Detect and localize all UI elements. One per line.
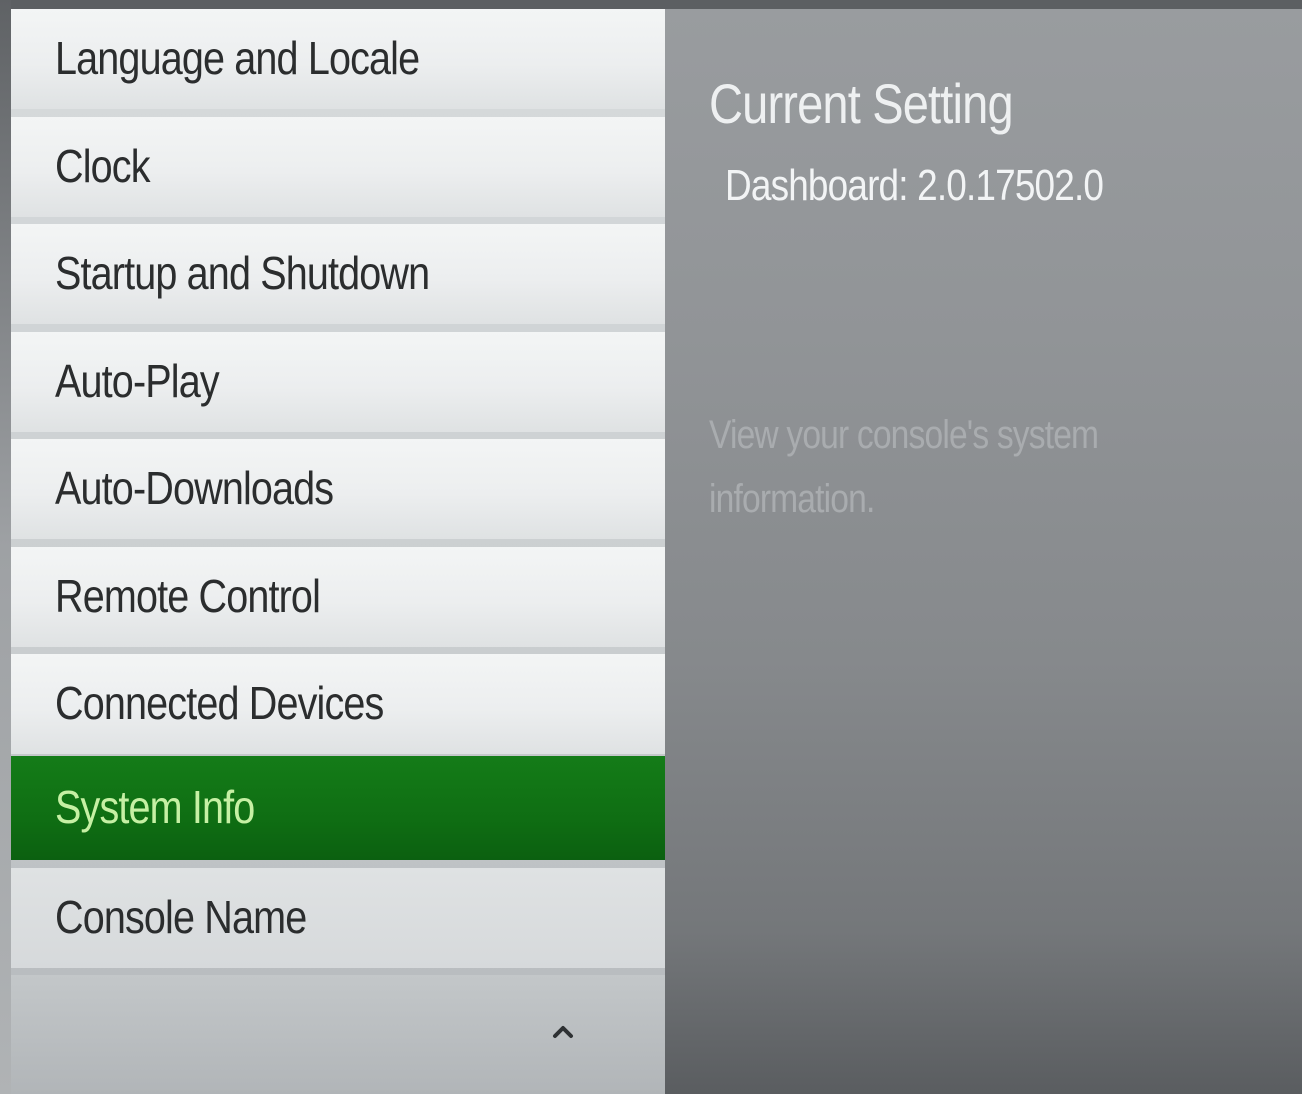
- menu-item-label: Auto-Play: [55, 354, 220, 407]
- menu-item-label: Clock: [55, 139, 150, 192]
- menu-item-clock[interactable]: Clock: [11, 117, 665, 217]
- menu-item-label: Remote Control: [55, 569, 321, 622]
- menu-item-language-and-locale[interactable]: Language and Locale: [11, 9, 665, 109]
- menu-item-label: Connected Devices: [55, 676, 384, 729]
- menu-item-label: Console Name: [55, 890, 307, 943]
- menu-item-remote-control[interactable]: Remote Control: [11, 547, 665, 647]
- detail-panel: Current Setting Dashboard: 2.0.17502.0 V…: [665, 9, 1302, 1094]
- menu-item-system-info[interactable]: System Info: [11, 756, 665, 860]
- menu-item-label: Auto-Downloads: [55, 461, 334, 514]
- menu-item-console-name[interactable]: Console Name: [11, 868, 665, 968]
- menu-item-label: Language and Locale: [55, 31, 420, 84]
- menu-item-label: Startup and Shutdown: [55, 246, 430, 299]
- setting-description: View your console's system information.: [709, 413, 1099, 521]
- current-setting-heading: Current Setting: [709, 72, 1014, 135]
- menu-scroll-area: [11, 975, 665, 1094]
- menu-item-connected-devices[interactable]: Connected Devices: [11, 654, 665, 754]
- dashboard-version-value: Dashboard: 2.0.17502.0: [725, 161, 1104, 210]
- top-border: [0, 0, 1302, 9]
- chevron-up-icon: [553, 1026, 573, 1038]
- menu-item-startup-and-shutdown[interactable]: Startup and Shutdown: [11, 224, 665, 324]
- menu-item-auto-play[interactable]: Auto-Play: [11, 332, 665, 432]
- menu-item-auto-downloads[interactable]: Auto-Downloads: [11, 439, 665, 539]
- settings-menu: Language and Locale Clock Startup and Sh…: [11, 9, 665, 1094]
- menu-item-label: System Info: [55, 780, 255, 833]
- left-border: [0, 0, 11, 1094]
- scroll-up-button[interactable]: [547, 1015, 579, 1047]
